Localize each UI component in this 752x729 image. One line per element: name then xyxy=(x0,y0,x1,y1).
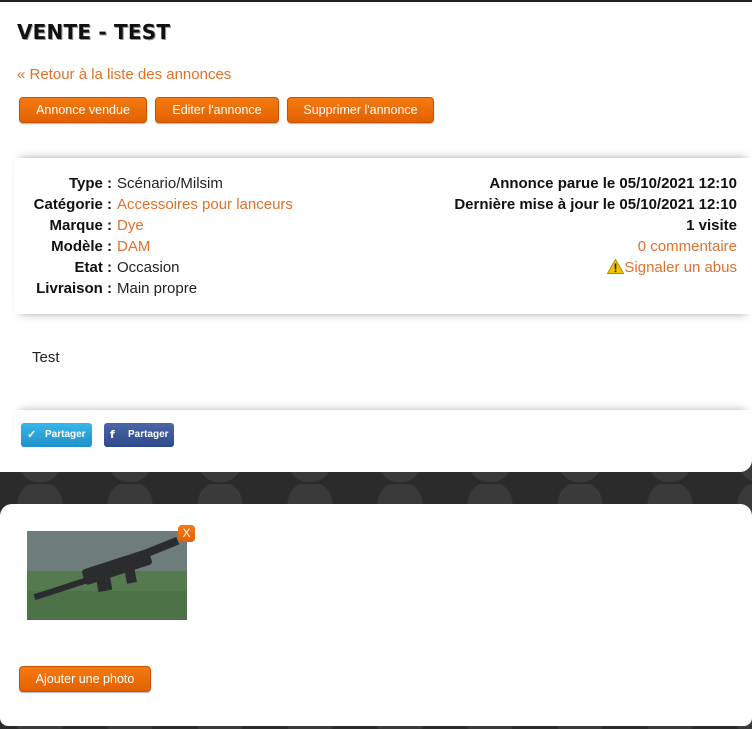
share-facebook-label: Partager xyxy=(128,429,169,440)
listing-photo[interactable] xyxy=(27,531,187,620)
rifle-image xyxy=(27,531,187,620)
delivery-label: Livraison : xyxy=(36,280,112,297)
category-label: Catégorie : xyxy=(33,196,112,213)
visit-count: 1 visite xyxy=(686,217,737,234)
type-label: Type : xyxy=(68,175,112,192)
share-twitter-button[interactable]: ✓ Partager xyxy=(21,423,92,447)
delete-listing-button[interactable]: Supprimer l'annonce xyxy=(287,97,434,123)
edit-listing-button[interactable]: Editer l'annonce xyxy=(155,97,279,123)
share-facebook-button[interactable]: f Partager xyxy=(104,423,174,447)
type-value: Scénario/Milsim xyxy=(117,175,223,192)
page-title: VENTE - TEST xyxy=(17,20,171,44)
twitter-icon: ✓ xyxy=(27,429,37,441)
category-link[interactable]: Accessoires pour lanceurs xyxy=(117,196,293,213)
delivery-value: Main propre xyxy=(117,280,198,297)
listing-description: Test xyxy=(32,349,60,366)
warning-icon xyxy=(607,258,625,274)
model-link[interactable]: DAM xyxy=(117,238,150,255)
comments-link[interactable]: 0 commentaire xyxy=(638,238,737,255)
remove-photo-button[interactable]: X xyxy=(178,525,195,542)
share-twitter-label: Partager xyxy=(45,429,86,440)
back-to-list-link[interactable]: « Retour à la liste des annonces xyxy=(17,66,231,83)
brand-link[interactable]: Dye xyxy=(117,217,144,234)
add-photo-button[interactable]: Ajouter une photo xyxy=(19,666,151,692)
brand-label: Marque : xyxy=(49,217,112,234)
mark-sold-button[interactable]: Annonce vendue xyxy=(19,97,147,123)
updated-date: Dernière mise à jour le 05/10/2021 12:10 xyxy=(454,196,737,213)
facebook-icon: f xyxy=(110,428,115,441)
condition-label: Etat : xyxy=(74,259,113,276)
report-abuse-link[interactable]: Signaler un abus xyxy=(380,258,737,278)
report-abuse-label: Signaler un abus xyxy=(624,259,737,276)
model-label: Modèle : xyxy=(51,238,112,255)
condition-value: Occasion xyxy=(117,259,180,276)
published-date: Annonce parue le 05/10/2021 12:10 xyxy=(489,175,737,192)
